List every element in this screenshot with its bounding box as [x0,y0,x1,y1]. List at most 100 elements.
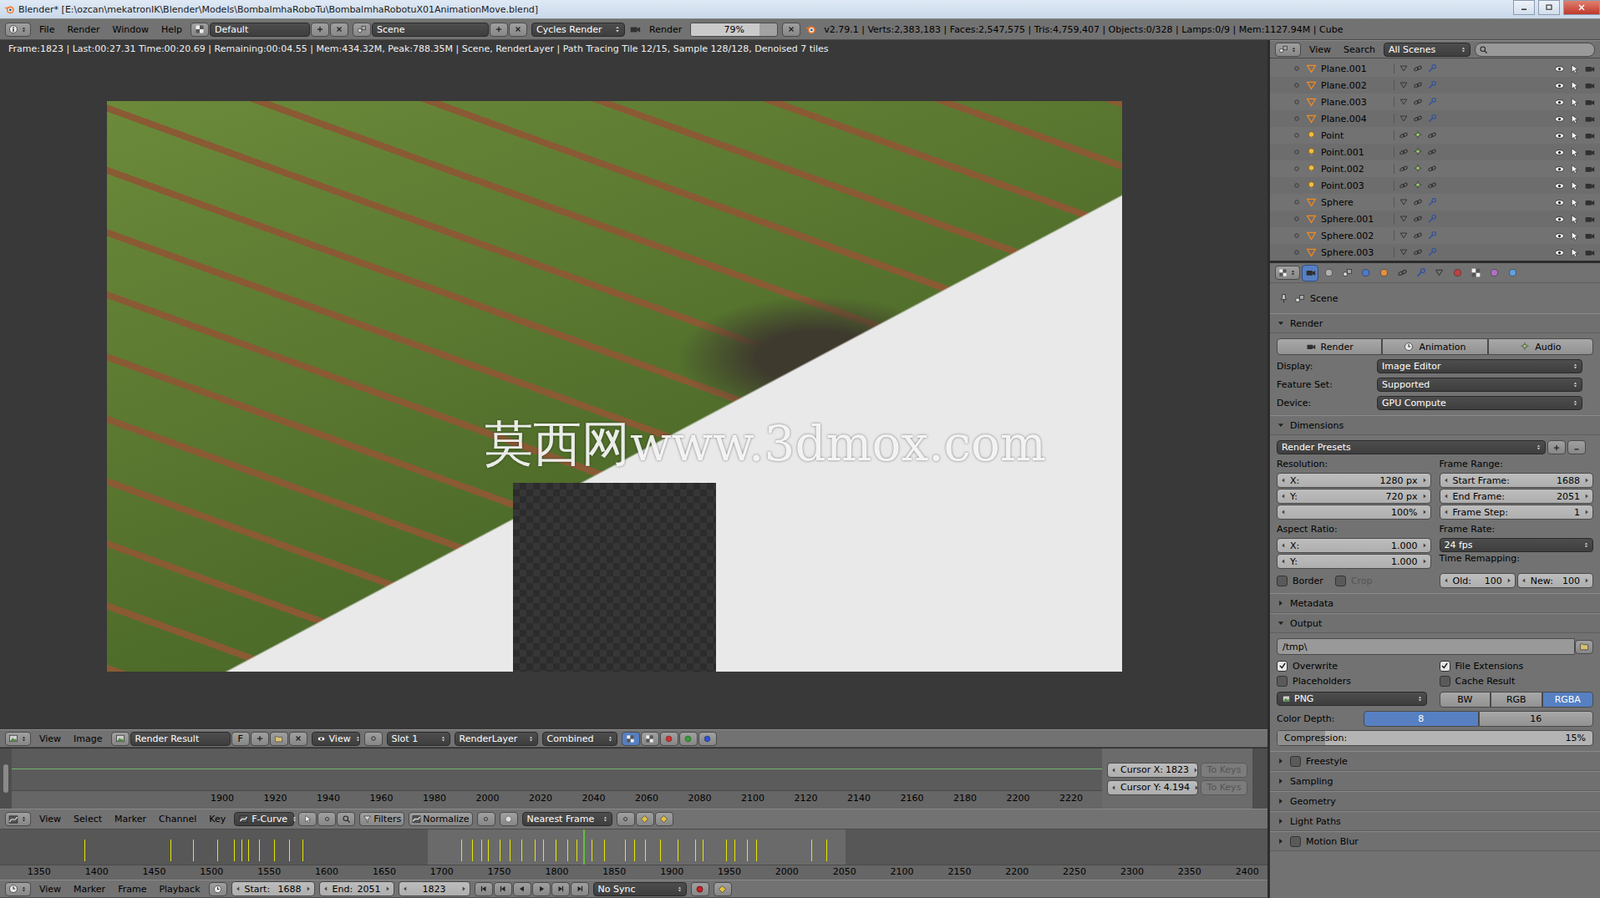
editor-type-button[interactable] [1274,42,1301,57]
expand-icon[interactable] [1291,213,1302,224]
maximize-button[interactable] [1538,0,1560,16]
green-channel-button[interactable] [679,731,698,747]
color-alpha-button[interactable] [621,731,640,747]
cancel-render-button[interactable] [782,22,801,37]
color-mode-option[interactable]: RGBA [1542,691,1595,708]
layout-field[interactable]: Default [209,22,310,37]
file-format-dropdown[interactable]: PNG [1276,691,1428,707]
blue-channel-button[interactable] [698,731,717,747]
keyframe-marker[interactable] [677,839,679,862]
increment-icon[interactable] [1582,492,1591,501]
expand-icon[interactable] [1291,96,1302,107]
filters-button[interactable]: Filters [359,812,405,827]
resolution-y-field[interactable]: Y:720 px [1276,488,1432,504]
pin-icon[interactable] [1278,293,1290,305]
resolution-percent-field[interactable]: 100% [1276,504,1432,520]
decrement-icon[interactable] [321,884,331,894]
keyframe-marker[interactable] [472,839,473,862]
menu-item[interactable]: Marker [69,883,110,895]
expand-icon[interactable] [1291,247,1302,258]
render-pass-dropdown[interactable]: Combined [542,731,618,747]
keyframe-marker[interactable] [826,839,828,862]
decrement-icon[interactable] [401,884,410,894]
render-operator-button[interactable]: Animation [1381,338,1488,356]
close-button[interactable] [1563,0,1600,16]
play-button[interactable] [532,882,551,897]
keyframe-marker[interactable] [567,839,569,862]
cursor-field[interactable]: Cursor X:1823 [1107,762,1199,778]
outliner-row[interactable]: Point.001 [1269,143,1600,161]
keyframe-marker[interactable] [521,839,523,862]
render-visibility-icon[interactable] [1584,163,1595,175]
collapsed-panel-header[interactable]: Freestyle [1269,751,1600,772]
view-mode-dropdown[interactable]: View [311,731,361,747]
menu-item[interactable]: View [1305,44,1336,56]
keyframe-marker[interactable] [695,839,696,862]
proportional-button[interactable] [616,812,635,827]
decrement-icon[interactable] [233,884,243,894]
unlink-image-button[interactable] [289,731,308,747]
to-keys-button[interactable]: To Keys [1200,780,1248,796]
outliner-row[interactable]: Sphere.002 [1269,227,1600,244]
output-checkbox[interactable]: File Extensions [1439,658,1595,674]
increment-icon[interactable] [1420,476,1429,485]
normalize-toggle[interactable]: Normalize [408,812,473,827]
select-icon[interactable] [1569,213,1580,225]
open-image-button[interactable] [269,731,289,747]
outliner-row[interactable]: Plane.004 [1269,110,1600,127]
color-depth-option[interactable]: 16 [1478,711,1595,727]
expand-icon[interactable] [1291,130,1302,141]
paste-keys-button[interactable] [655,812,674,827]
properties-tab[interactable] [1393,264,1411,282]
visibility-toggle[interactable] [1554,80,1565,92]
keyframe-marker[interactable] [591,839,593,862]
add-preset-button[interactable] [1547,440,1566,455]
keyframe-marker[interactable] [481,839,483,862]
menu-item[interactable]: Search [1339,44,1380,56]
expand-icon[interactable] [1291,147,1302,158]
menu-item[interactable]: View [35,813,66,825]
select-icon[interactable] [1569,230,1580,242]
render-visibility-icon[interactable] [1584,80,1595,92]
keyframe-marker[interactable] [259,839,260,862]
outliner-row[interactable]: Plane.001 [1269,60,1600,77]
collapsed-panel-header[interactable]: Sampling [1269,771,1600,792]
keyframe-marker[interactable] [543,839,544,862]
outliner-search[interactable] [1474,42,1595,57]
sync-dropdown[interactable]: No Sync [593,882,687,897]
keyframe-marker[interactable] [534,839,536,862]
play-reverse-button[interactable] [513,882,532,897]
resolution-x-field[interactable]: X:1280 px [1276,472,1432,488]
select-icon[interactable] [1569,96,1580,108]
keyframe-marker[interactable] [756,839,757,862]
visibility-toggle[interactable] [1554,113,1565,125]
keyframe-marker[interactable] [487,839,489,862]
render-visibility-icon[interactable] [1584,130,1595,142]
keyframe-marker[interactable] [660,839,661,862]
keyframe-marker[interactable] [576,839,578,862]
prev-key-button[interactable] [493,882,513,897]
menu-item[interactable]: Channel [154,813,201,825]
end-frame-field[interactable]: End:2051 [319,881,395,897]
increment-icon[interactable] [1504,576,1514,585]
keyframe-marker[interactable] [702,839,704,862]
scene-add-button[interactable] [489,22,508,37]
menu-item[interactable]: Help [157,24,187,36]
render-operator-button[interactable]: Audio [1488,338,1594,356]
time-remap-new-field[interactable]: New:100 [1517,573,1594,589]
render-visibility-icon[interactable] [1584,113,1595,125]
select-icon[interactable] [1569,247,1580,259]
increment-icon[interactable] [1420,557,1429,566]
to-keys-button[interactable]: To Keys [1200,762,1248,778]
output-checkbox[interactable]: Overwrite [1276,658,1432,674]
decrement-icon[interactable] [1279,557,1288,566]
keyframe-marker[interactable] [624,839,626,862]
outliner-row[interactable]: Plane.003 [1269,93,1600,111]
current-frame-line[interactable] [583,829,585,865]
properties-tab[interactable] [1467,264,1484,282]
select-icon[interactable] [1569,130,1580,142]
color-mode-option[interactable]: RGB [1490,691,1543,708]
keyframe-marker[interactable] [241,839,243,862]
preview-range-button[interactable] [208,882,228,897]
layout-remove-button[interactable] [330,22,349,37]
